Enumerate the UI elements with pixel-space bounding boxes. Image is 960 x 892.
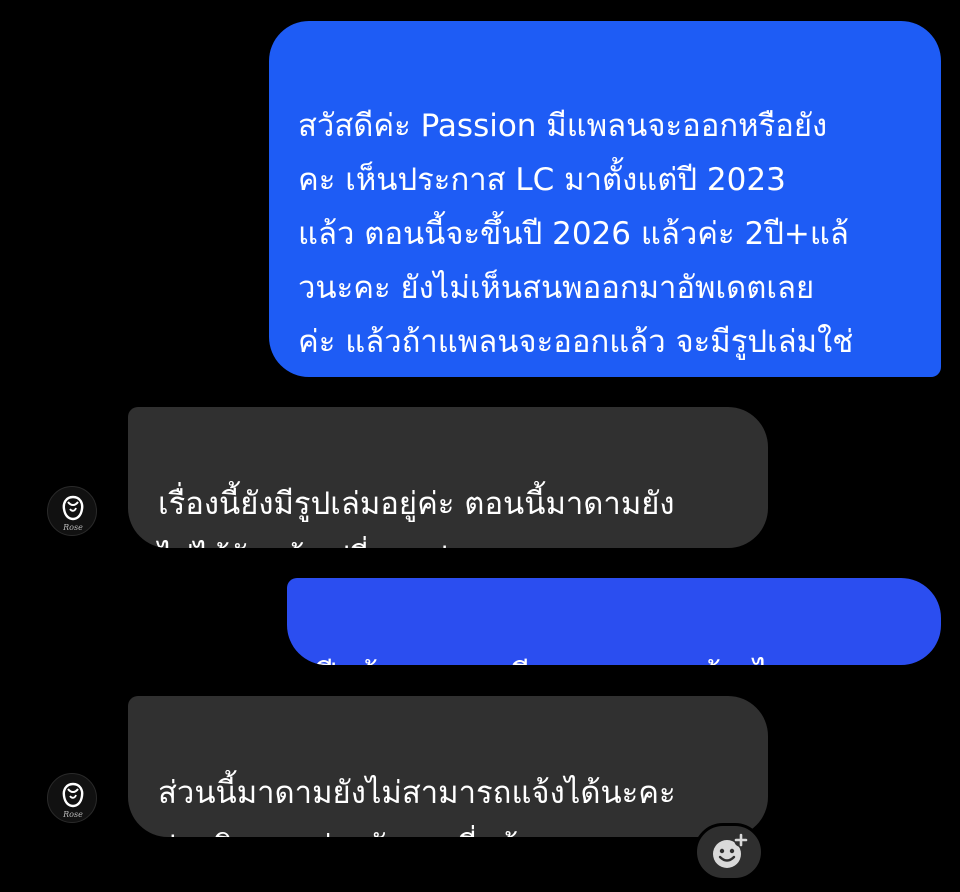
page-avatar[interactable]: Rose	[47, 773, 97, 823]
message-text: เรื่องนี้ยังมีรูปเล่มอยู่ค่ะ ตอนนี้มาดาม…	[158, 486, 675, 548]
page-avatar[interactable]: Rose	[47, 486, 97, 536]
incoming-message-bubble[interactable]: เรื่องนี้ยังมีรูปเล่มอยู่ค่ะ ตอนนี้มาดาม…	[128, 407, 768, 548]
add-reaction-button[interactable]	[694, 823, 764, 881]
avatar-label: Rose	[62, 523, 83, 532]
outgoing-message-bubble[interactable]: สวัสดีค่ะ Passion มีแพลนจะออกหรือยัง คะ …	[269, 21, 941, 377]
rose-logo-icon: Rose	[62, 782, 84, 819]
incoming-message-bubble[interactable]: ส่วนนี้มาดามยังไม่สามารถแจ้งได้นะคะ ฝากต…	[128, 696, 768, 837]
add-reaction-icon	[713, 833, 748, 868]
avatar-label: Rose	[62, 810, 83, 819]
message-text: ส่วนนี้มาดามยังไม่สามารถแจ้งได้นะคะ ฝากต…	[158, 775, 676, 837]
outgoing-message-bubble[interactable]: ปีหน้าทางสนพมีแพลนจะออกบ้างไหมคะ	[287, 578, 941, 665]
message-text: สวัสดีค่ะ Passion มีแพลนจะออกหรือยัง คะ …	[298, 108, 854, 360]
message-text: ปีหน้าทางสนพมีแพลนจะออกบ้างไหมคะ	[317, 657, 847, 665]
rose-logo-icon: Rose	[62, 495, 84, 532]
